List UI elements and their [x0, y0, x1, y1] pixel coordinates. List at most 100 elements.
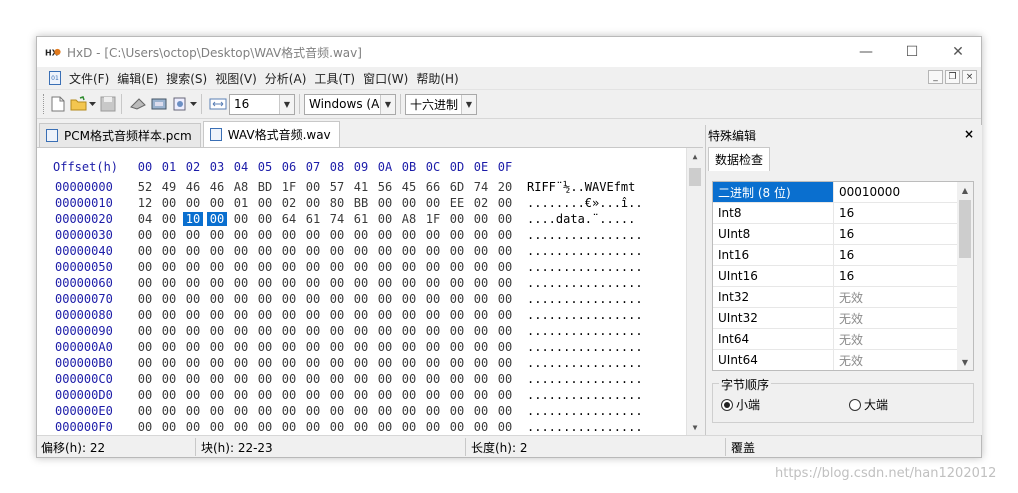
hex-byte[interactable]: 00 [423, 356, 443, 370]
hex-byte[interactable]: 52 [135, 180, 155, 194]
hex-byte[interactable]: 00 [375, 196, 395, 210]
hex-byte[interactable]: 00 [255, 228, 275, 242]
hex-byte[interactable]: 00 [255, 420, 275, 434]
text-column[interactable]: ................ [527, 388, 643, 402]
hex-byte[interactable]: 00 [351, 244, 371, 258]
hex-byte[interactable]: 00 [255, 292, 275, 306]
hex-byte[interactable]: 00 [303, 228, 323, 242]
hex-byte[interactable]: 00 [303, 260, 323, 274]
hex-row[interactable]: 000000F0 00 00 00 00 00 00 00 00 00 00 00 00 00 00 00 00… [37, 420, 677, 435]
hex-byte[interactable]: 04 [135, 212, 155, 226]
hex-byte[interactable]: 00 [351, 308, 371, 322]
hex-byte[interactable]: 00 [423, 388, 443, 402]
hex-byte[interactable]: 00 [135, 340, 155, 354]
hex-byte[interactable]: 10 [183, 212, 203, 226]
hex-byte[interactable]: 00 [207, 212, 227, 226]
hex-byte[interactable]: 00 [279, 356, 299, 370]
hex-byte[interactable]: 00 [207, 420, 227, 434]
hex-byte[interactable]: 00 [159, 244, 179, 258]
hex-byte[interactable]: 00 [207, 244, 227, 258]
hex-byte[interactable]: 00 [159, 212, 179, 226]
hex-byte[interactable]: 00 [447, 212, 467, 226]
hex-row[interactable]: 000000D0 00 00 00 00 00 00 00 00 00 00 00 00 00 00 00 00… [37, 388, 677, 404]
hex-byte[interactable]: 00 [399, 292, 419, 306]
hex-byte[interactable]: 00 [375, 308, 395, 322]
hex-byte[interactable]: 00 [471, 404, 491, 418]
hex-scrollbar[interactable]: ▲ ▼ [686, 148, 703, 435]
charset-select[interactable]: Windows (AN ▼ [304, 93, 396, 115]
menu-tools[interactable]: 工具(T) [314, 70, 355, 87]
hex-byte[interactable]: 00 [399, 404, 419, 418]
hex-byte[interactable]: 00 [471, 292, 491, 306]
disk-edit-icon[interactable] [129, 95, 147, 113]
hex-byte[interactable]: 00 [495, 292, 515, 306]
hex-byte[interactable]: 00 [207, 340, 227, 354]
hex-byte[interactable]: 00 [255, 212, 275, 226]
tab-wav-file[interactable]: WAV格式音频.wav [202, 121, 340, 147]
open-dropdown-icon[interactable] [88, 95, 96, 113]
hex-byte[interactable]: 00 [495, 260, 515, 274]
hex-byte[interactable]: 00 [303, 420, 323, 434]
hex-byte[interactable]: 00 [495, 212, 515, 226]
hex-row[interactable]: 000000C0 00 00 00 00 00 00 00 00 00 00 00 00 00 00 00 00… [37, 372, 677, 388]
hex-byte[interactable]: 00 [495, 228, 515, 242]
tab-data-inspector[interactable]: 数据检查 [708, 147, 771, 171]
scroll-down-icon[interactable]: ▼ [957, 354, 973, 370]
hex-byte[interactable]: 00 [471, 276, 491, 290]
hex-byte[interactable]: 00 [375, 356, 395, 370]
menu-file[interactable]: 文件(F) [69, 70, 109, 87]
hex-byte[interactable]: 57 [327, 180, 347, 194]
hex-byte[interactable]: 00 [255, 340, 275, 354]
inspector-row[interactable]: UInt16 16 [713, 266, 958, 287]
text-column[interactable]: ................ [527, 356, 643, 370]
hex-byte[interactable]: 00 [255, 388, 275, 402]
inspector-value[interactable]: 无效 [834, 308, 958, 328]
hex-byte[interactable]: 00 [255, 404, 275, 418]
hex-byte[interactable]: 00 [255, 372, 275, 386]
hex-byte[interactable]: 00 [135, 324, 155, 338]
inspector-value[interactable]: 16 [834, 224, 958, 244]
hex-row[interactable]: 00000000 52 49 46 46 A8 BD 1F 00 57 41 56 45 66 6D 74 20… [37, 180, 677, 196]
hex-byte[interactable]: 00 [471, 420, 491, 434]
hex-byte[interactable]: 74 [327, 212, 347, 226]
hex-byte[interactable]: 00 [423, 324, 443, 338]
hex-byte[interactable]: 00 [255, 244, 275, 258]
hex-byte[interactable]: 00 [399, 276, 419, 290]
hex-byte[interactable]: 00 [231, 292, 251, 306]
hex-byte[interactable]: 41 [351, 180, 371, 194]
hex-byte[interactable]: 61 [351, 212, 371, 226]
hex-byte[interactable]: 00 [495, 276, 515, 290]
hex-byte[interactable]: 00 [495, 420, 515, 434]
hex-byte[interactable]: 00 [375, 212, 395, 226]
hex-byte[interactable]: 00 [231, 212, 251, 226]
disk-dropdown-icon[interactable] [189, 95, 197, 113]
hex-byte[interactable]: 00 [279, 372, 299, 386]
hex-byte[interactable]: 00 [375, 244, 395, 258]
text-column[interactable]: ................ [527, 420, 643, 434]
hex-byte[interactable]: 00 [399, 420, 419, 434]
hex-byte[interactable]: 00 [231, 244, 251, 258]
hex-byte[interactable]: 00 [375, 404, 395, 418]
menu-edit[interactable]: 编辑(E) [117, 70, 158, 87]
hex-byte[interactable]: 00 [399, 308, 419, 322]
hex-byte[interactable]: 00 [447, 228, 467, 242]
hex-byte[interactable]: 00 [495, 324, 515, 338]
hex-byte[interactable]: 1F [423, 212, 443, 226]
hex-byte[interactable]: 00 [183, 356, 203, 370]
open-folder-icon[interactable] [70, 95, 88, 113]
hex-byte[interactable]: 00 [399, 324, 419, 338]
hex-byte[interactable]: 6D [447, 180, 467, 194]
hex-byte[interactable]: 00 [471, 244, 491, 258]
inspector-value[interactable]: 无效 [834, 350, 958, 370]
hex-byte[interactable]: 49 [159, 180, 179, 194]
hex-byte[interactable]: 00 [135, 228, 155, 242]
hex-byte[interactable]: 00 [231, 356, 251, 370]
hex-byte[interactable]: 00 [399, 340, 419, 354]
hex-byte[interactable]: 00 [207, 196, 227, 210]
hex-byte[interactable]: 00 [183, 292, 203, 306]
hex-byte[interactable]: 00 [159, 292, 179, 306]
hex-byte[interactable]: 00 [327, 388, 347, 402]
text-column[interactable]: ................ [527, 228, 643, 242]
hex-byte[interactable]: 00 [303, 388, 323, 402]
mdi-restore-button[interactable]: ❐ [945, 70, 960, 84]
